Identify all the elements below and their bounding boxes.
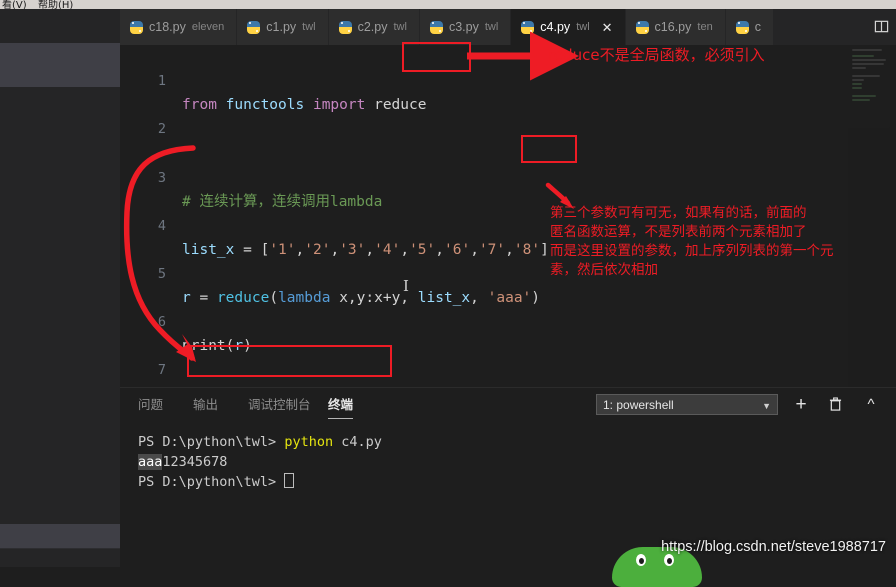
tab-filename: c1.py (266, 20, 297, 34)
terminal-selected-text: aaa (138, 454, 163, 470)
terminal-line: aaa12345678 (138, 452, 896, 472)
tab-filename: c18.py (149, 20, 186, 34)
sidebar-highlight-band-top (0, 43, 120, 87)
tab-c4-py[interactable]: c4.py twl ✕ (511, 9, 626, 45)
terminal-prompt: PS D:\python\twl> (138, 434, 285, 450)
tab-folder: ten (697, 21, 713, 33)
line-number: 2 (157, 121, 166, 138)
tab-partial-next[interactable]: c (725, 9, 774, 45)
terminal-line: PS D:\python\twl> (138, 472, 896, 492)
editor-tab-bar[interactable]: c18.py eleven c1.py twl c2.py twl c3.py … (120, 9, 896, 45)
tab-filename: c2.py (357, 20, 388, 34)
python-file-icon (338, 20, 352, 34)
panel-tab-bar[interactable]: 问题 输出 调试控制台 终端 1: powershell ▼ + ^ (120, 388, 896, 424)
new-terminal-icon[interactable]: + (790, 394, 812, 415)
watermark: https://blog.csdn.net/steve1988717 (661, 539, 886, 555)
panel-tab-terminal-label: 终端 (328, 397, 354, 412)
code-line-4[interactable]: 4 list_x = ['1','2','3','4','5','6','7',… (120, 190, 896, 258)
terminal-command: python (284, 434, 334, 450)
chevron-down-icon[interactable]: ▼ (762, 401, 771, 411)
terminal-args: c4.py (333, 434, 382, 450)
trash-icon[interactable] (824, 394, 846, 415)
code-line-7[interactable]: 7 (120, 334, 896, 378)
close-icon[interactable]: ✕ (602, 21, 613, 34)
tab-folder: twl (484, 21, 499, 33)
sidebar-highlight-band-bottom (0, 524, 120, 549)
chevron-up-icon[interactable]: ^ (860, 394, 882, 415)
tab-c18-py[interactable]: c18.py eleven (120, 9, 238, 45)
tab-c2-py[interactable]: c2.py twl (328, 9, 420, 45)
tab-folder: twl (576, 21, 590, 33)
python-file-icon (735, 20, 749, 34)
tab-c16-py[interactable]: c16.py ten (625, 9, 726, 45)
tab-folder: eleven (191, 21, 225, 33)
terminal-line: PS D:\python\twl> python c4.py (138, 432, 896, 452)
tab-filename: c4.py (540, 20, 571, 34)
code-editor[interactable]: 1 from functools import reduce 2 3 # 连续计… (120, 45, 896, 387)
terminal-instance-value: 1: powershell (603, 397, 674, 412)
split-editor-icon[interactable] (870, 16, 892, 36)
panel-tab-output[interactable]: 输出 (193, 394, 218, 413)
tab-c3-py[interactable]: c3.py twl (419, 9, 512, 45)
python-file-icon (429, 20, 443, 34)
tab-filename: c16.py (654, 20, 692, 34)
python-file-icon (521, 20, 535, 34)
active-tab-underline (328, 418, 354, 419)
tab-c1-py[interactable]: c1.py twl (237, 9, 329, 45)
editor-group: c18.py eleven c1.py twl c2.py twl c3.py … (120, 9, 896, 568)
side-bar[interactable] (0, 9, 120, 567)
python-file-icon (635, 20, 649, 34)
tab-folder: twl (393, 21, 407, 33)
line-number: 1 (157, 73, 166, 90)
tab-filename: c3.py (448, 20, 479, 34)
tab-folder: twl (302, 21, 316, 33)
terminal-instance-select[interactable]: 1: powershell ▼ (596, 394, 778, 415)
terminal-result-text: 12345678 (162, 454, 228, 470)
line-number: 7 (157, 362, 166, 379)
mouse-ibeam-cursor: I (403, 277, 409, 295)
code-line-1[interactable]: 1 from functools import reduce (120, 45, 896, 113)
code-line-5[interactable]: 5 r = reduce(lambda x,y:x+y, list_x, 'aa… (120, 238, 896, 306)
editor-minimap[interactable] (848, 45, 896, 387)
panel-tab-debug-console[interactable]: 调试控制台 (248, 394, 311, 413)
code-line-6[interactable]: 6 print(r) (120, 286, 896, 354)
tab-filename: c (754, 20, 761, 34)
python-file-icon (247, 20, 261, 34)
line-number: 5 (157, 265, 166, 282)
terminal-caret (284, 473, 295, 488)
line-number: 4 (157, 217, 166, 234)
line-number: 3 (157, 169, 166, 186)
code-line-2[interactable]: 2 (120, 93, 896, 137)
python-file-icon (130, 20, 143, 34)
line-number: 6 (157, 314, 166, 331)
panel-tab-terminal[interactable]: 终端 (328, 394, 354, 419)
code-line-3[interactable]: 3 # 连续计算，连续调用lambda (120, 141, 896, 210)
terminal-prompt: PS D:\python\twl> (138, 474, 285, 490)
panel-tab-problems[interactable]: 问题 (138, 394, 163, 413)
